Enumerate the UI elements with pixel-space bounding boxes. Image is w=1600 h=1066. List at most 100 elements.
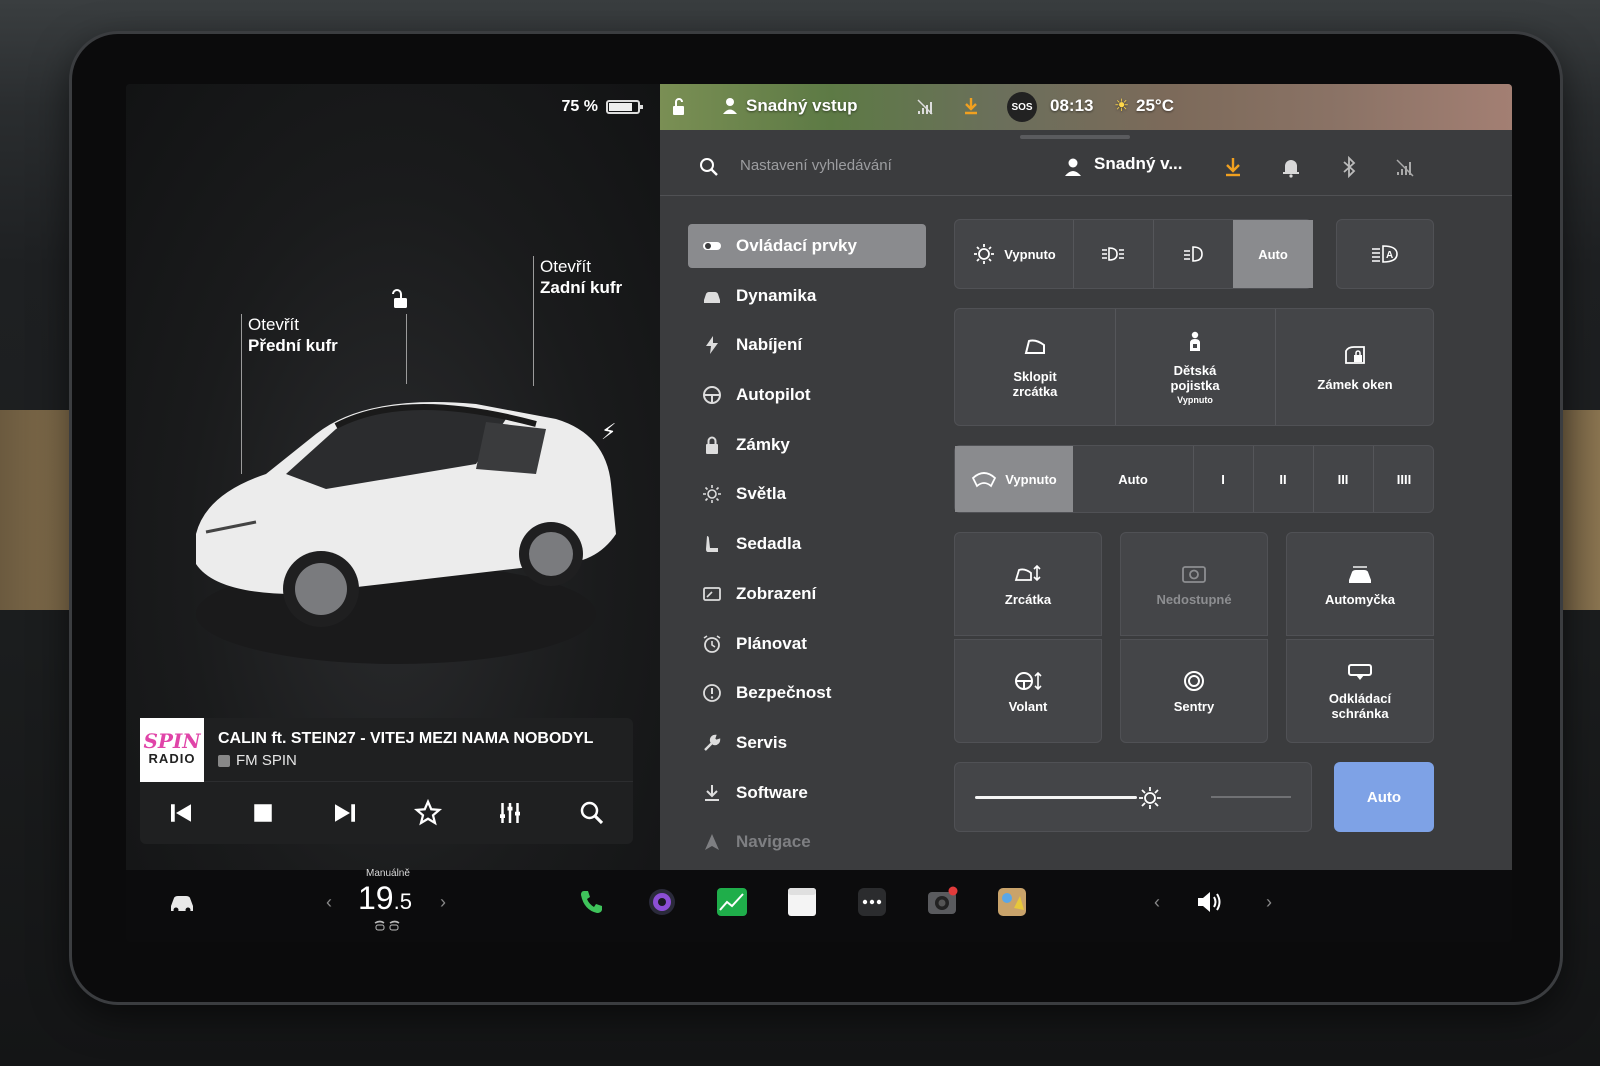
display-brightness-slider[interactable]: [954, 762, 1312, 832]
volume-down-chevron-icon[interactable]: ‹: [1154, 892, 1160, 913]
wiper-option-0[interactable]: Vypnuto: [955, 446, 1073, 512]
nav-item-label: Zámky: [736, 434, 790, 454]
volume-icon[interactable]: [1194, 886, 1226, 918]
wiper-option-3[interactable]: II: [1253, 446, 1313, 512]
nav-item-ovladaci-prvky[interactable]: Ovládací prvky: [688, 224, 926, 268]
rear-trunk-action: Otevřít: [540, 257, 592, 276]
rear-trunk-label: Zadní kufr: [540, 278, 623, 297]
lights-auto-option[interactable]: Auto: [1233, 220, 1313, 288]
track-info: CALIN ft. STEIN27 - VITEJ MEZI NAMA NOBO…: [218, 730, 623, 769]
nav-item-planovat[interactable]: Plánovat: [688, 622, 928, 666]
status-profile-name: Snadný vstup: [746, 96, 858, 115]
nav-item-sedadla[interactable]: Sedadla: [688, 522, 928, 566]
nav-item-zamky[interactable]: Zámky: [688, 423, 928, 467]
nav-item-navigace[interactable]: Navigace: [688, 820, 928, 864]
nav-item-dynamika[interactable]: Dynamika: [688, 274, 928, 318]
steering-adjust-tile[interactable]: Volant: [954, 639, 1102, 743]
station-name-row: FM SPIN: [218, 752, 623, 769]
now-playing[interactable]: SPIN RADIO CALIN ft. STEIN27 - VITEJ MEZ…: [140, 717, 633, 782]
navigation-arrow-icon: [705, 834, 719, 851]
battery-status: 75 %: [562, 98, 643, 116]
stop-icon[interactable]: [248, 798, 278, 828]
no-signal-icon: [917, 99, 933, 115]
bluetooth-icon[interactable]: [1338, 156, 1360, 178]
unlocked-icon[interactable]: [390, 289, 410, 309]
driver-profile-button[interactable]: Snadný v...: [1094, 154, 1183, 174]
temp-up-chevron-icon[interactable]: ›: [440, 892, 446, 913]
charge-port-bolt-icon[interactable]: ⚡: [601, 419, 616, 445]
more-apps-icon[interactable]: [856, 886, 888, 918]
toybox-icon[interactable]: [996, 886, 1028, 918]
lock-icon: [706, 436, 718, 454]
map-status-bar[interactable]: Snadný vstup SOS 08:13 ☀ 25°C: [660, 84, 1512, 130]
lights-off-option[interactable]: Vypnuto: [955, 220, 1073, 288]
tile-content: Volant: [955, 640, 1101, 742]
photo-frame: 75 % Otevřít Přední kufr Otevřít Zadní k…: [0, 0, 1600, 1066]
brightness-slider-track[interactable]: [975, 796, 1137, 799]
nav-item-autopilot[interactable]: Autopilot: [688, 373, 928, 417]
wiper-option-label: Vypnuto: [1005, 471, 1057, 487]
battery-fill: [609, 103, 632, 111]
car-wash-tile[interactable]: Automyčka: [1286, 532, 1434, 636]
tile-content: Nedostupné: [1121, 533, 1267, 635]
nav-item-servis[interactable]: Servis: [688, 721, 928, 765]
search-icon[interactable]: [698, 156, 720, 178]
car-controls-icon[interactable]: [166, 886, 198, 918]
quick-control-label: Zámek oken: [1317, 376, 1393, 392]
low-beam-icon: [1184, 246, 1203, 262]
auto-high-beam-button[interactable]: A: [1336, 219, 1434, 289]
front-trunk-label: Přední kufr: [248, 336, 338, 355]
drag-handle[interactable]: [1020, 135, 1130, 139]
cabin-temperature[interactable]: 19.5: [358, 880, 412, 917]
media-search-icon[interactable]: [577, 798, 607, 828]
energy-app-icon[interactable]: [716, 886, 748, 918]
nav-item-label: Navigace: [736, 832, 811, 852]
alarm-clock-icon: [703, 634, 721, 653]
next-track-icon[interactable]: [330, 798, 360, 828]
nav-item-label: Světla: [736, 484, 787, 504]
nav-item-svetla[interactable]: Světla: [688, 472, 928, 516]
temp-whole: 19: [358, 880, 394, 916]
nav-item-nabijeni[interactable]: Nabíjení: [688, 323, 928, 367]
brightness-sun-icon[interactable]: [1137, 785, 1163, 811]
brightness-auto-button[interactable]: Auto: [1334, 762, 1434, 832]
software-download-icon[interactable]: [1222, 156, 1244, 178]
volume-up-chevron-icon[interactable]: ›: [1266, 892, 1272, 913]
previous-track-icon[interactable]: [166, 798, 196, 828]
glovebox-tile[interactable]: Odkládací schránka: [1286, 639, 1434, 743]
favorite-star-icon[interactable]: [413, 798, 443, 828]
tile-content: Zrcátka: [955, 533, 1101, 635]
mirror-adjust-tile[interactable]: Zrcátka: [954, 532, 1102, 636]
mirror-icon: [1024, 339, 1045, 354]
child-lock-button[interactable]: Dětská pojistka Vypnuto: [1115, 309, 1275, 425]
light-sun-icon: [974, 244, 995, 264]
wiper-option-5[interactable]: IIII: [1373, 446, 1435, 512]
wiper-option-2[interactable]: I: [1193, 446, 1253, 512]
seat-heater-icon[interactable]: [372, 920, 402, 932]
equalizer-icon[interactable]: [495, 798, 525, 828]
mirror-button[interactable]: Sklopit zrcátka: [955, 309, 1115, 425]
temp-down-chevron-icon[interactable]: ‹: [326, 892, 332, 913]
brightness-slider-remainder: [1211, 796, 1291, 798]
camera-app-icon[interactable]: [646, 886, 678, 918]
sentry-tile[interactable]: Sentry: [1120, 639, 1268, 743]
wiper-option-1[interactable]: Auto: [1073, 446, 1193, 512]
sos-button[interactable]: SOS: [1007, 92, 1037, 122]
phone-icon[interactable]: [576, 886, 608, 918]
settings-search-input[interactable]: Nastavení vyhledávání: [740, 157, 892, 174]
window-lock-button[interactable]: Zámek oken: [1275, 309, 1435, 425]
low-beam-option[interactable]: [1153, 220, 1233, 288]
rear-trunk-button[interactable]: Otevřít Zadní kufr: [540, 256, 622, 298]
front-trunk-action: Otevřít: [248, 315, 300, 334]
front-trunk-button[interactable]: Otevřít Přední kufr: [248, 314, 338, 356]
dashcam-icon[interactable]: [926, 886, 958, 918]
nav-item-software[interactable]: Software: [688, 771, 928, 815]
wrench-icon: [704, 734, 721, 751]
cellular-off-icon[interactable]: [1394, 156, 1416, 178]
nav-item-zobrazeni[interactable]: Zobrazení: [688, 572, 928, 616]
wiper-option-4[interactable]: III: [1313, 446, 1373, 512]
parking-lights-option[interactable]: [1073, 220, 1153, 288]
notification-bell-icon[interactable]: [1280, 156, 1302, 178]
calendar-app-icon[interactable]: [786, 886, 818, 918]
nav-item-bezpecnost[interactable]: Bezpečnost: [688, 671, 928, 715]
